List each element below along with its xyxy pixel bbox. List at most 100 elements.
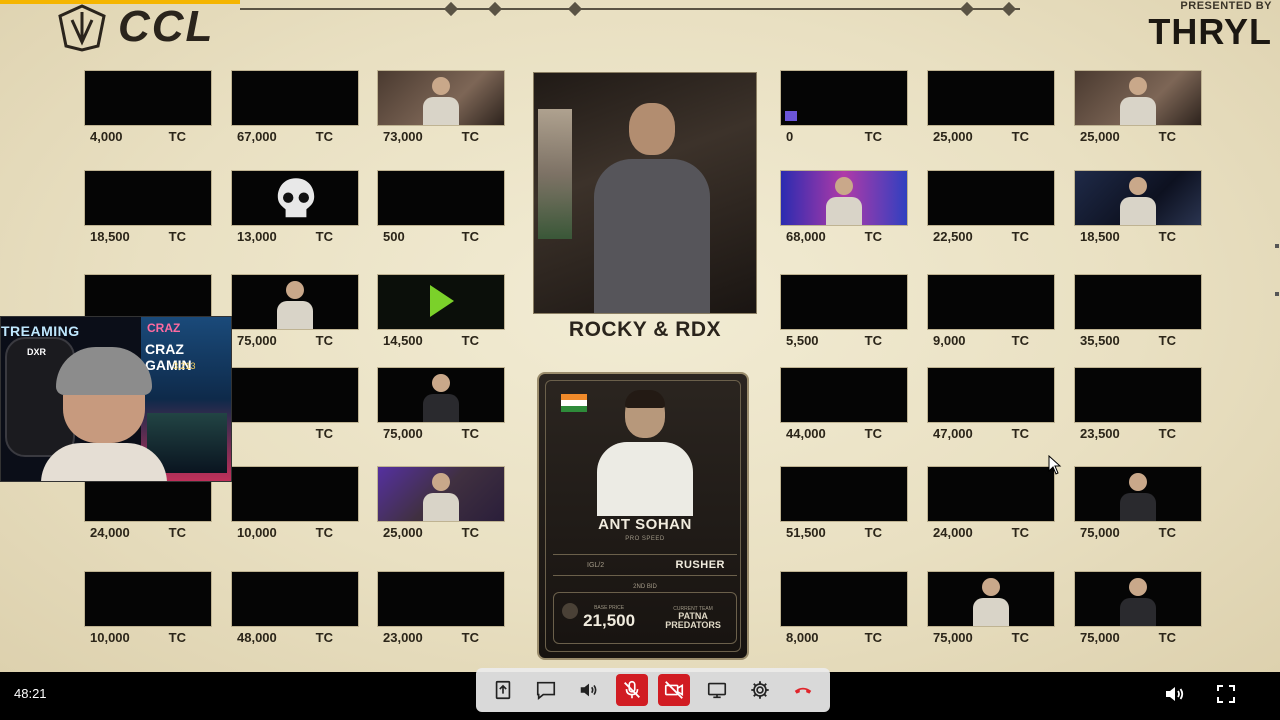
owner-figure	[421, 473, 461, 521]
bid-row: 67,000 TC	[231, 126, 361, 144]
currency-label: TC	[168, 525, 186, 540]
owner-figure	[971, 578, 1011, 626]
bid-row: 9,000 TC	[927, 330, 1057, 348]
team-purse-value: 10,000	[90, 630, 130, 645]
camera-toggle-button[interactable]	[658, 674, 691, 706]
currency-label: TC	[461, 333, 479, 348]
team-card: 75,000 TC	[1074, 571, 1204, 649]
owner-figure	[275, 281, 315, 329]
streamer-person	[41, 347, 167, 481]
currency-label: TC	[315, 333, 333, 348]
leave-call-button[interactable]	[787, 674, 819, 706]
team-card: 25,000 TC	[927, 70, 1057, 148]
team-purse-value: 23,000	[383, 630, 423, 645]
team-card: 22,500 TC	[927, 170, 1057, 248]
bid-row: 47,000 TC	[927, 423, 1057, 441]
team-purse-value: 51,500	[786, 525, 826, 540]
team-purse-value: 24,000	[90, 525, 130, 540]
team-purse-value: 14,500	[383, 333, 423, 348]
currency-label: TC	[1011, 129, 1029, 144]
team-purse-value: 13,000	[237, 229, 277, 244]
currency-label: TC	[1011, 426, 1029, 441]
camera-off-icon	[665, 681, 684, 699]
currency-label: TC	[168, 630, 186, 645]
bid-row: 23,500 TC	[1074, 423, 1204, 441]
share-screen-button[interactable]	[487, 674, 519, 706]
team-purse-value: 9,000	[933, 333, 966, 348]
team-thumbnail	[927, 466, 1055, 522]
team-thumbnail	[231, 466, 359, 522]
team-purse-value: 75,000	[237, 333, 277, 348]
screen-button[interactable]	[701, 674, 733, 706]
volume-button[interactable]	[1163, 682, 1187, 706]
bid-row: 75,000 TC	[377, 423, 507, 441]
fullscreen-button[interactable]	[1214, 682, 1238, 706]
team-purse-value: 0	[786, 129, 794, 144]
bid-row: 75,000 TC	[231, 330, 361, 348]
sponsor-block: PRESENTED BY THRYL	[1148, 0, 1272, 50]
bid-row: 24,000 TC	[927, 522, 1057, 540]
team-purse-value: 48,000	[237, 630, 277, 645]
currency-label: TC	[864, 630, 882, 645]
team-card: 5,500 TC	[780, 274, 910, 352]
team-card: 18,500 TC	[1074, 170, 1204, 248]
team-card: 25,000 TC	[377, 466, 507, 544]
team-purse-value: 75,000	[1080, 630, 1120, 645]
featured-team-name: ROCKY & RDX	[568, 318, 722, 341]
currency-label: TC	[1158, 426, 1176, 441]
team-thumbnail	[1074, 571, 1202, 627]
team-thumbnail	[377, 466, 505, 522]
bid-row: 25,000 TC	[927, 126, 1057, 144]
settings-button[interactable]	[744, 674, 776, 706]
speaker-button[interactable]	[573, 674, 605, 706]
owner-figure	[421, 374, 461, 422]
team-purse-value: 25,000	[1080, 129, 1120, 144]
bid-row: 22,500 TC	[927, 226, 1057, 244]
team-purse-value: 35,500	[1080, 333, 1120, 348]
team-card: 18,500 TC	[84, 170, 214, 248]
bid-row: 13,000 TC	[231, 226, 361, 244]
team-card: 25,000 TC	[1074, 70, 1204, 148]
bid-row: 14,500 TC	[377, 330, 507, 348]
currency-label: TC	[864, 229, 882, 244]
chat-button[interactable]	[530, 674, 562, 706]
currency-label: TC	[864, 333, 882, 348]
currency-label: TC	[1158, 333, 1176, 348]
player-tag: 2ND BID	[633, 584, 657, 590]
bid-row: 75,000 TC	[1074, 627, 1204, 645]
skull-logo-icon	[277, 178, 315, 218]
team-thumbnail	[231, 274, 359, 330]
team-purse-value: 68,000	[786, 229, 826, 244]
bid-row: 5,500 TC	[780, 330, 910, 348]
team-purse-value: 25,000	[383, 525, 423, 540]
team-thumbnail	[1074, 70, 1202, 126]
streamer-webcam: CRAZ CRAZ GAMIN 3,213 DXR TREAMING	[0, 316, 232, 482]
auction-board: CCL PRESENTED BY THRYL 4,000 TC 67,000 TC 73…	[0, 0, 1280, 672]
team-card: 8,000 TC	[780, 571, 910, 649]
bid-row: 23,000 TC	[377, 627, 507, 645]
featured-person	[592, 103, 712, 313]
team-card: 23,500 TC	[1074, 367, 1204, 445]
bid-row: 48,000 TC	[231, 627, 361, 645]
mute-mic-button[interactable]	[615, 674, 648, 706]
team-card: 14,500 TC	[377, 274, 507, 352]
team-card: 13,000 TC	[231, 170, 361, 248]
bid-row: 18,500 TC	[84, 226, 214, 244]
team-thumbnail	[1074, 274, 1202, 330]
team-purse-value: 500	[383, 229, 405, 244]
wall-text-1: CRAZ	[147, 321, 181, 335]
owner-figure	[1118, 177, 1158, 225]
player-position: IGL/2	[587, 561, 605, 569]
currency-label: TC	[315, 129, 333, 144]
elapsed-time: 48:21	[14, 686, 47, 701]
bid-row: 25,000 TC	[1074, 126, 1204, 144]
logo-text: CCL	[118, 2, 215, 51]
team-thumbnail	[231, 571, 359, 627]
webcam-sign: TREAMING	[1, 323, 80, 339]
featured-team-video	[533, 72, 757, 314]
settings-icon	[751, 681, 769, 699]
team-purse-value: 47,000	[933, 426, 973, 441]
bid-row: 24,000 TC	[84, 522, 214, 540]
team-thumbnail	[927, 274, 1055, 330]
team-card: 44,000 TC	[780, 367, 910, 445]
